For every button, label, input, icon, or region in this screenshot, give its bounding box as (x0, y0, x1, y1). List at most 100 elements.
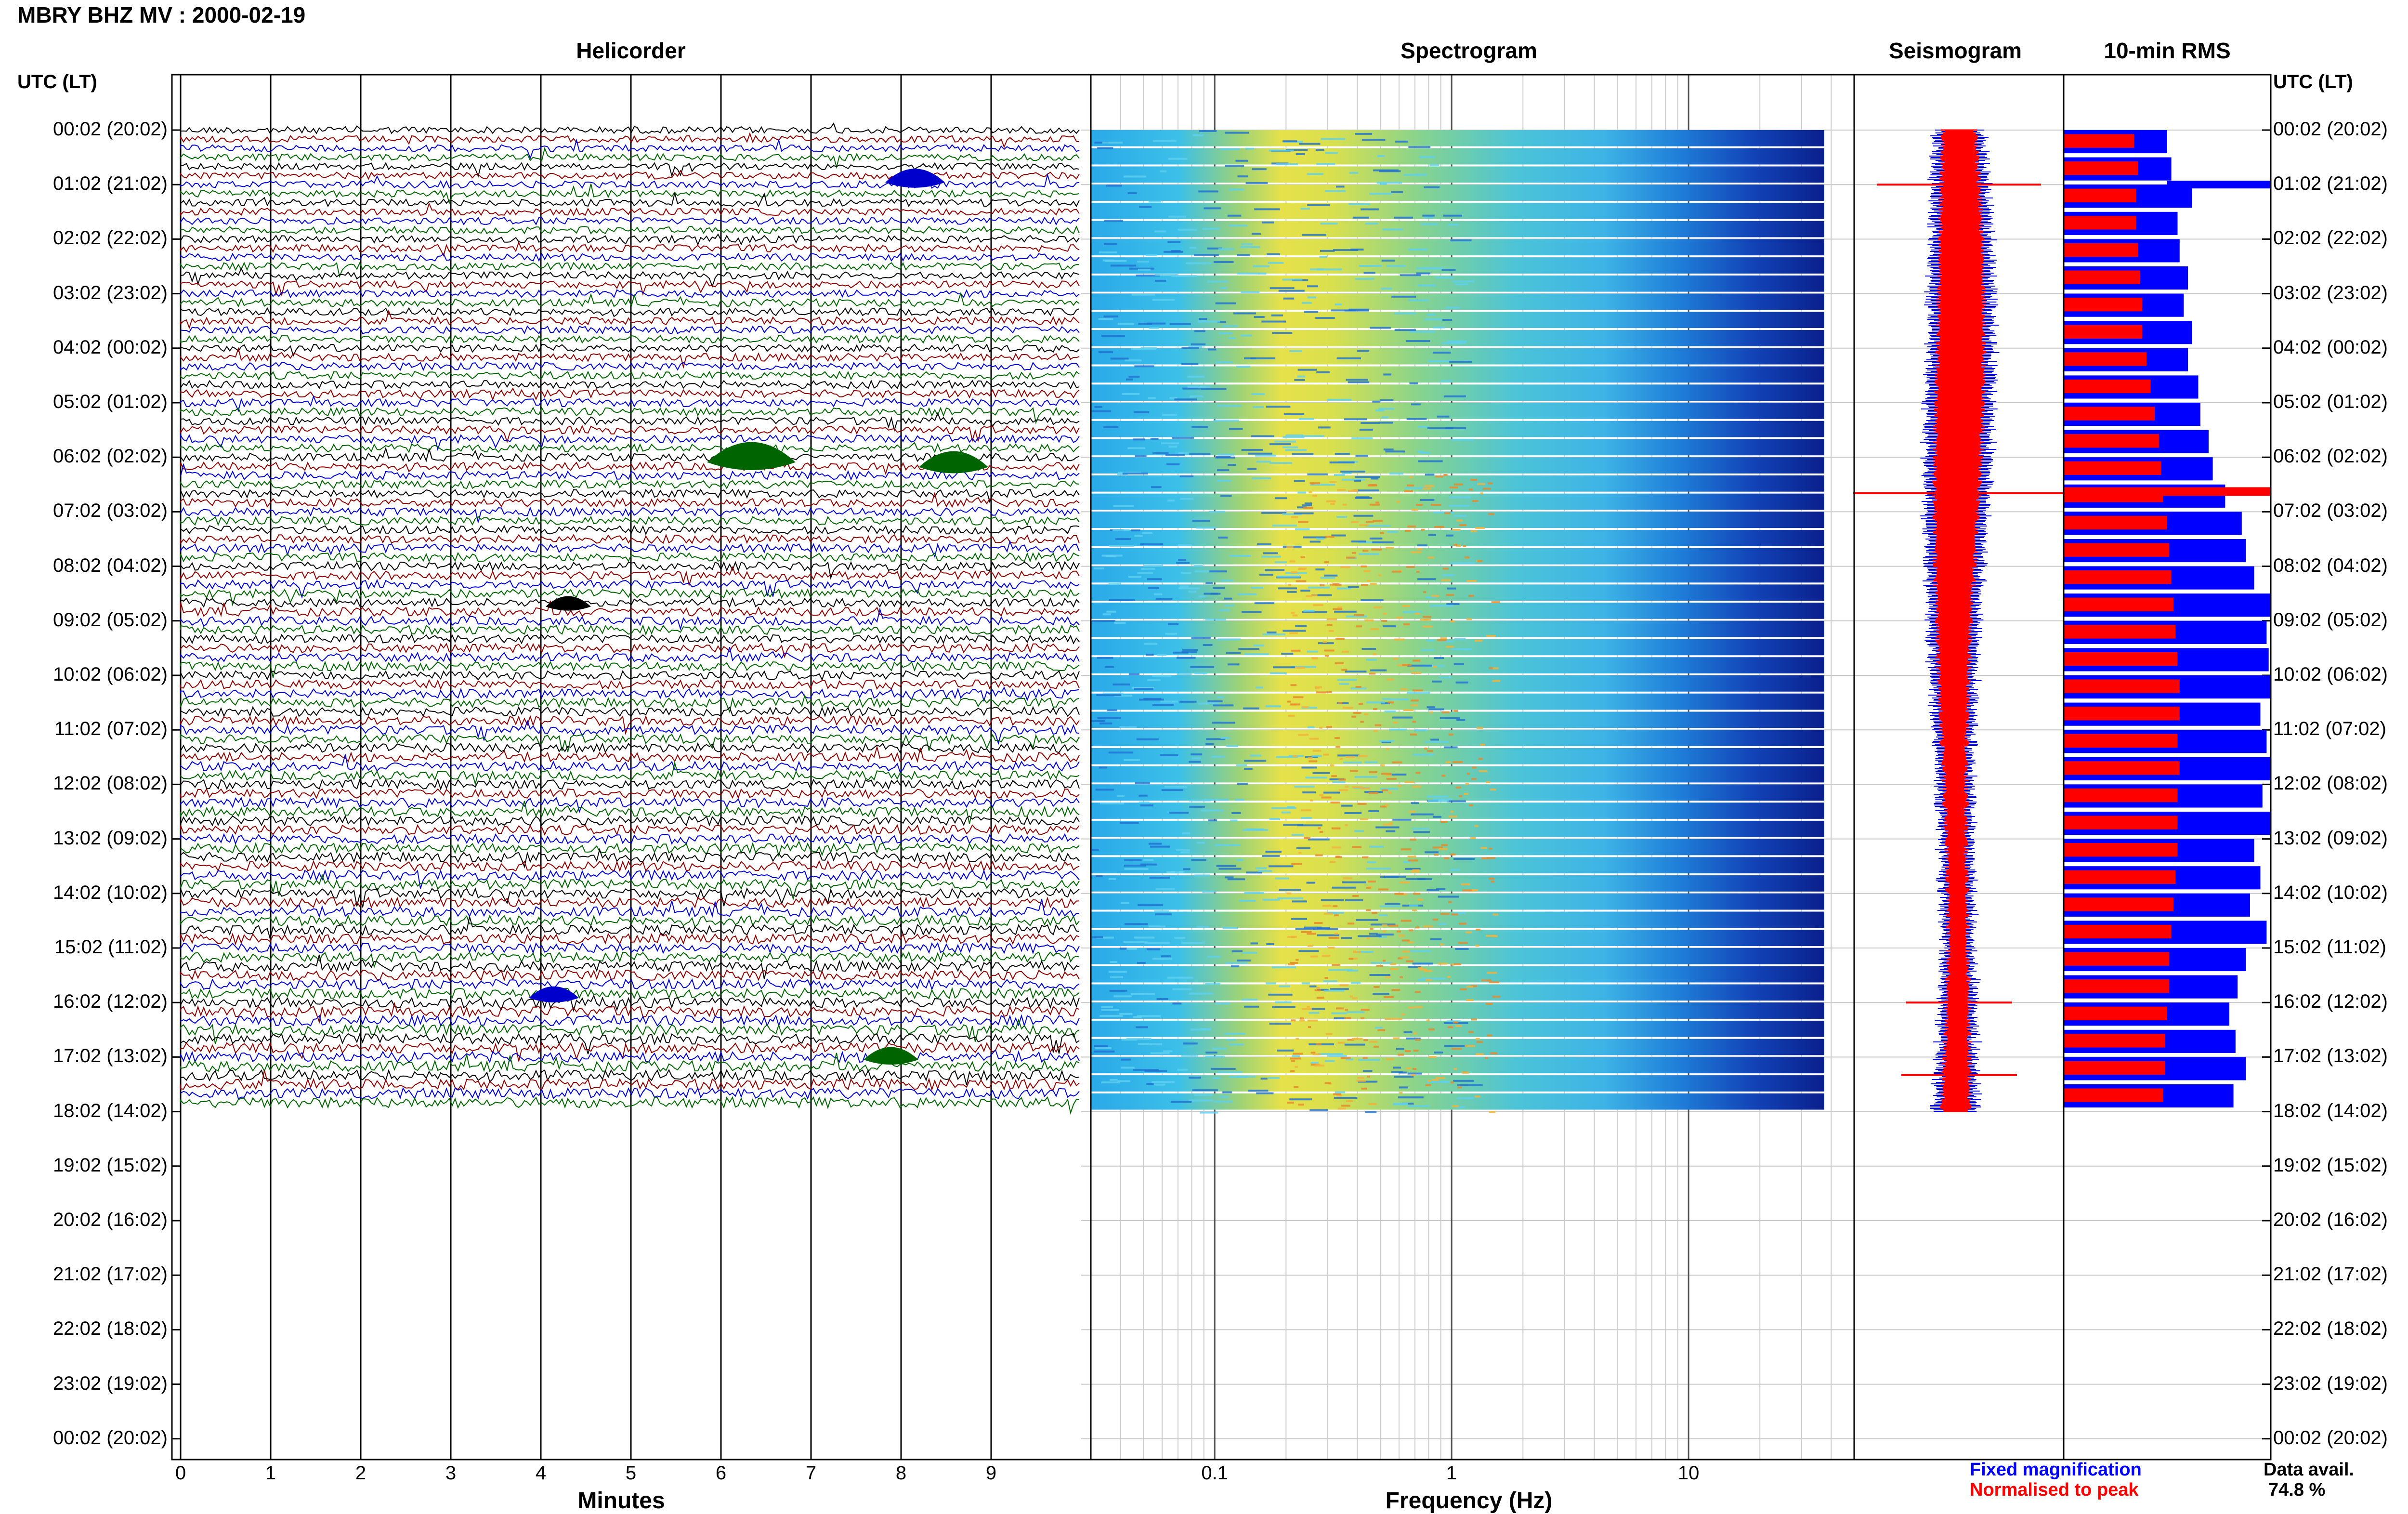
spectrogram-speckle (1205, 983, 1221, 985)
spectrogram-speckle (1396, 617, 1403, 619)
spectrogram-row (1091, 1057, 1824, 1074)
spectrogram-speckle (1490, 1052, 1498, 1054)
spectrogram-speckle (1256, 1092, 1274, 1094)
spectrogram-speckle (1307, 204, 1330, 206)
spectrogram-speckle (1138, 268, 1151, 271)
spectrogram-speckle (1391, 1071, 1403, 1073)
spectrogram-speckle (1103, 315, 1118, 317)
spectrogram-speckle (1122, 393, 1140, 395)
spectrogram-speckle (1217, 479, 1231, 482)
spectrogram-speckle (1466, 773, 1470, 775)
spectrogram-speckle (1441, 1081, 1450, 1083)
spectrogram-speckle (1416, 570, 1420, 573)
spectrogram-speckle (1475, 1053, 1484, 1055)
spectrogram-speckle (1394, 312, 1416, 315)
spectrogram-speckle (1218, 868, 1242, 870)
spectrogram-speckle (1244, 357, 1256, 359)
helicorder-trace (180, 262, 1079, 278)
spectrogram-speckle (1403, 1031, 1413, 1033)
spectrogram-speckle (1322, 641, 1327, 643)
spectrogram-speckle (1324, 536, 1335, 538)
spectrogram-speckle (1215, 844, 1241, 846)
spectrogram-speckle (1290, 1057, 1301, 1060)
spectrogram-speckle (1102, 142, 1123, 144)
spectrogram-speckle (1367, 484, 1377, 487)
spectrogram-speckle (1301, 435, 1324, 437)
spectrogram-speckle (1119, 1013, 1133, 1015)
spectrogram-speckle (1288, 963, 1295, 966)
spectrogram-speckle (1413, 1068, 1416, 1070)
spectrogram-speckle (1177, 673, 1191, 675)
spectrogram-speckle (1178, 587, 1200, 590)
spectrogram-speckle (1222, 325, 1238, 327)
spectrogram-row (1091, 457, 1824, 474)
spectrogram-speckle (1302, 302, 1312, 304)
spectrogram-speckle (1133, 1016, 1142, 1018)
spectrogram-speckle (1379, 740, 1395, 742)
spectrogram-speckle (1112, 529, 1130, 531)
helicorder-trace (180, 442, 1080, 453)
spectrogram-speckle (1446, 534, 1453, 537)
spectrogram-speckle (1333, 583, 1340, 585)
rms-bar-normalised (2064, 352, 2146, 366)
helicorder-trace (180, 1014, 1080, 1027)
spectrogram-speckle (1382, 698, 1390, 700)
spectrogram-speckle (1401, 939, 1410, 942)
spectrogram-speckle (1099, 766, 1107, 769)
spectrogram-row (1091, 1002, 1824, 1019)
spectrogram-speckle (1450, 1081, 1454, 1084)
spectrogram-speckle (1320, 584, 1325, 587)
spectrogram-speckle (1295, 528, 1310, 530)
rms-bar-normalised (2064, 1088, 2163, 1102)
spectrogram-speckle (1406, 340, 1430, 342)
spectrogram-speckle (1295, 667, 1305, 669)
spectrogram-row (1091, 730, 1824, 746)
spectrogram-speckle (1462, 889, 1473, 892)
spectrogram-speckle (1179, 700, 1197, 703)
spectrogram-speckle (1478, 758, 1483, 760)
spectrogram-speckle (1196, 842, 1205, 844)
spectrogram-speckle (1371, 912, 1378, 914)
spectrogram-speckle (1287, 935, 1296, 938)
spectrogram-speckle (1335, 303, 1342, 306)
spectrogram-speckle (1266, 943, 1274, 945)
spectrogram-speckle (1149, 1043, 1162, 1045)
spectrogram-speckle (1324, 655, 1329, 657)
spectrogram-speckle (1443, 857, 1450, 859)
spectrogram-speckle (1119, 726, 1137, 728)
spectrogram-speckle (1352, 216, 1369, 219)
spectrogram-speckle (1307, 933, 1316, 935)
helicorder-trace (180, 379, 1080, 390)
spectrogram-speckle (1127, 192, 1137, 195)
spectrogram-speckle (1490, 788, 1496, 790)
helicorder-trace (180, 994, 1080, 1013)
spectrogram-speckle (1353, 614, 1364, 617)
spectrogram-speckle (1340, 1057, 1351, 1059)
spectrogram-speckle (1297, 369, 1317, 371)
spectrogram-speckle (1318, 426, 1331, 429)
spectrogram-speckle (1413, 659, 1421, 662)
spectrogram-speckle (1485, 1003, 1493, 1005)
spectrogram-speckle (1400, 1092, 1403, 1094)
spectrogram-speckle (1334, 1017, 1346, 1020)
spectrogram-speckle (1222, 1091, 1232, 1093)
spectrogram-row (1091, 439, 1824, 456)
spectrogram-speckle (1319, 256, 1327, 258)
spectrogram-speckle (1431, 595, 1440, 597)
spectrogram-speckle (1425, 851, 1439, 854)
spectrogram-speckle (1101, 1081, 1120, 1084)
spectrogram-speckle (1298, 950, 1319, 952)
spectrogram-speckle (1404, 1050, 1411, 1053)
spectrogram-speckle (1335, 662, 1344, 664)
spectrogram-speckle (1096, 694, 1122, 697)
spectrogram-speckle (1257, 870, 1272, 872)
spectrogram-speckle (1117, 323, 1134, 325)
spectrogram-speckle (1299, 143, 1321, 145)
spectrogram-speckle (1254, 602, 1275, 605)
spectrogram-speckle (1152, 299, 1175, 301)
spectrogram-speckle (1363, 272, 1375, 274)
spectrogram-speckle (1328, 947, 1335, 949)
helicorder-trace (180, 1041, 1080, 1062)
spectrogram-speckle (1113, 995, 1132, 998)
spectrogram-speckle (1460, 988, 1467, 990)
